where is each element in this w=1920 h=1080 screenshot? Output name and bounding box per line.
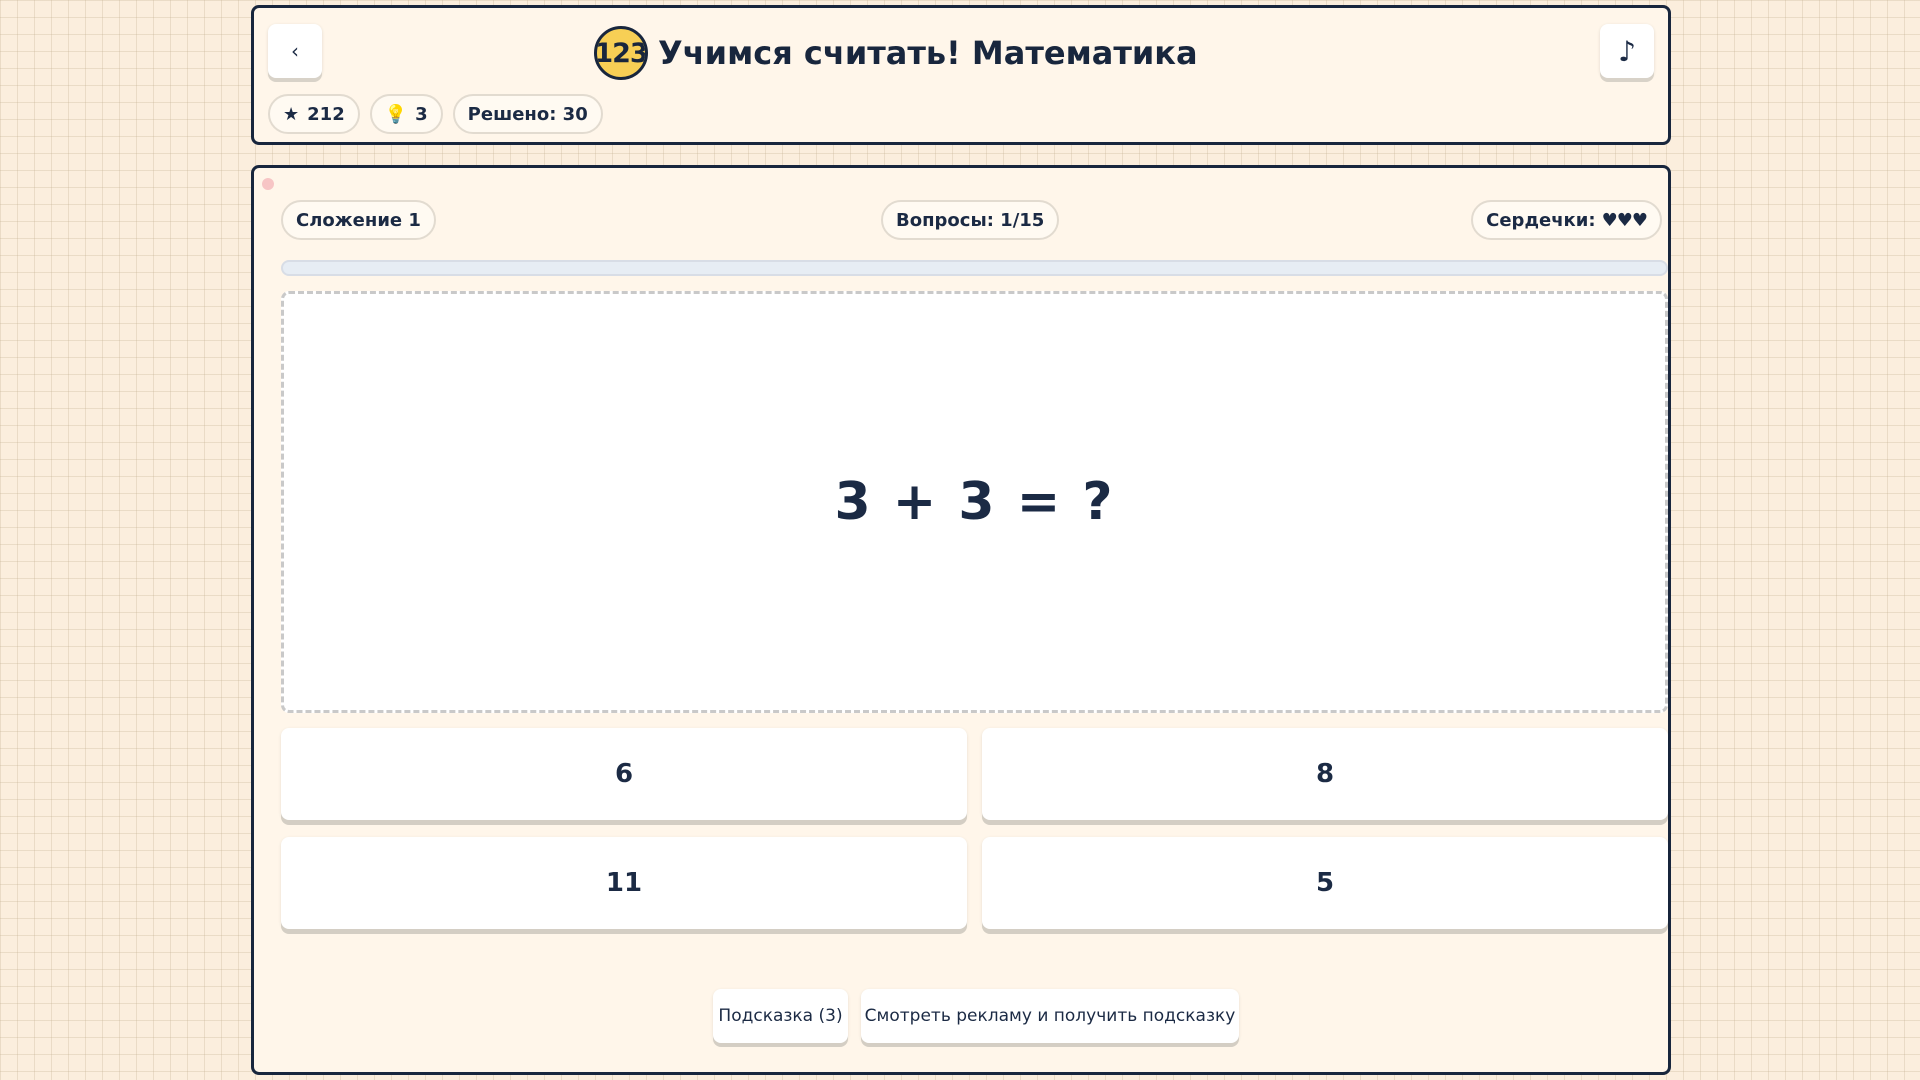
watch-ad-hint-button[interactable]: Смотреть рекламу и получить подсказку (861, 989, 1239, 1043)
logo-text: 123 (594, 37, 648, 69)
hearts-counter: Сердечки: ♥♥♥ (1471, 200, 1662, 240)
questions-label: Вопросы: 1/15 (896, 209, 1045, 231)
level-label: Сложение 1 (296, 209, 421, 231)
chevron-left-icon: ‹ (291, 39, 299, 63)
header-panel: ‹ 123 Учимся считать! Математика ♪ ★ 212… (251, 5, 1671, 145)
answer-button[interactable]: 8 (982, 728, 1668, 820)
music-toggle-button[interactable]: ♪ (1600, 24, 1654, 78)
stars-value: 212 (307, 103, 345, 125)
status-dot (262, 178, 274, 190)
hint-button[interactable]: Подсказка (3) (713, 989, 848, 1043)
hearts-label: Сердечки: (1486, 209, 1596, 231)
lightbulb-icon: 💡 (384, 103, 408, 125)
solved-counter: Решено: 30 (452, 94, 603, 134)
question-card: 3 + 3 = ? (281, 291, 1668, 713)
answer-button[interactable]: 6 (281, 728, 967, 820)
solved-value: Решено: 30 (467, 103, 588, 125)
hints-value: 3 (415, 103, 428, 125)
star-icon: ★ (283, 103, 300, 125)
hints-counter: 💡 3 (369, 94, 443, 134)
app-logo: 123 (594, 26, 648, 80)
heart-icon: ♥♥♥ (1601, 209, 1648, 231)
answer-button[interactable]: 11 (281, 837, 967, 929)
back-button[interactable]: ‹ (268, 24, 322, 78)
level-badge: Сложение 1 (281, 200, 436, 240)
game-panel: Сложение 1 Вопросы: 1/15 Сердечки: ♥♥♥ 3… (251, 165, 1671, 1075)
questions-counter: Вопросы: 1/15 (881, 200, 1060, 240)
stats-row: ★ 212 💡 3 Решено: 30 (268, 94, 603, 134)
question-text: 3 + 3 = ? (834, 472, 1115, 532)
stars-counter: ★ 212 (268, 94, 360, 134)
answer-button[interactable]: 5 (982, 837, 1668, 929)
app-header: 123 Учимся считать! Математика (594, 24, 1198, 82)
music-note-icon: ♪ (1618, 34, 1636, 68)
progress-bar (281, 260, 1668, 276)
app-title: Учимся считать! Математика (658, 34, 1198, 72)
